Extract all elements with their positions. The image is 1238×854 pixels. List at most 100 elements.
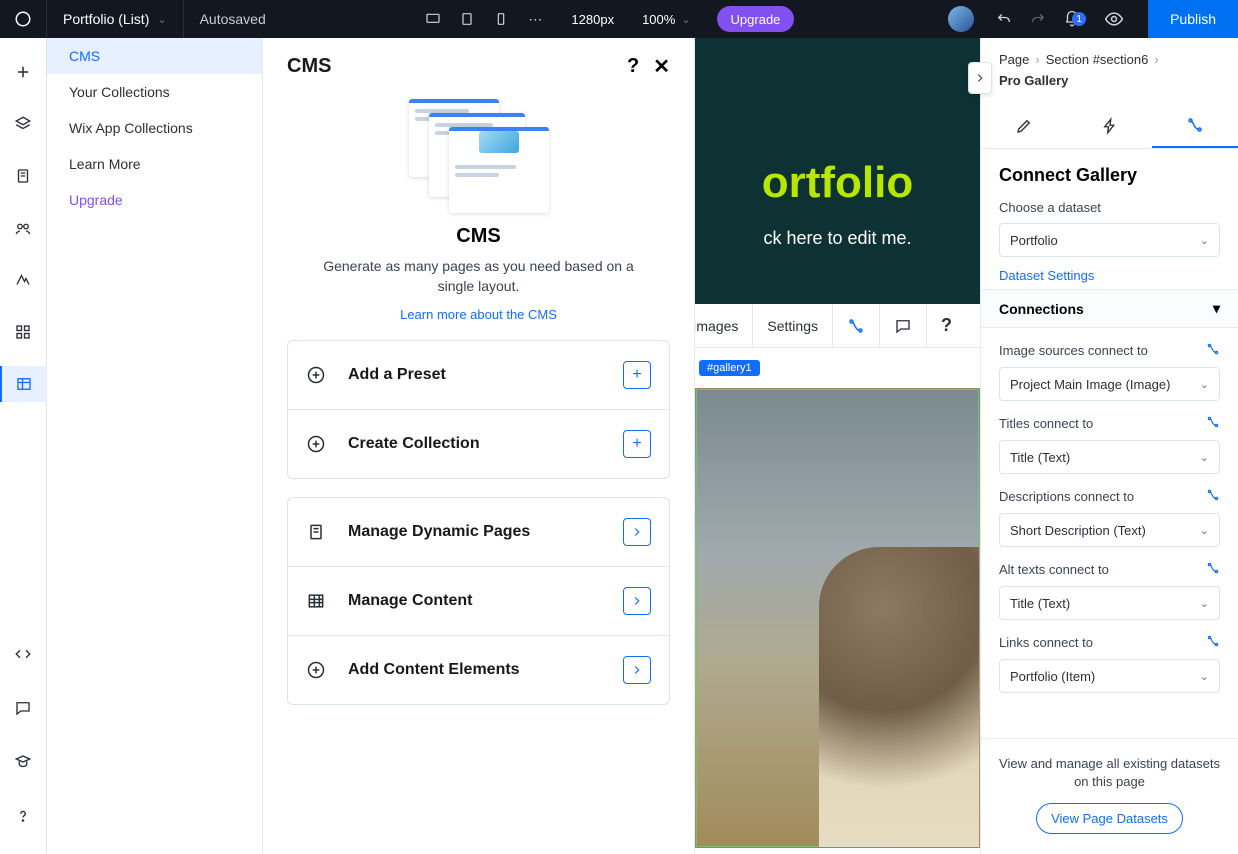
preview-button[interactable] (1098, 9, 1130, 29)
connect-icon[interactable] (1206, 342, 1220, 359)
add-preset-option[interactable]: Add a Preset + (288, 341, 669, 409)
connection-field-image-sources: Image sources connect to Project Main Im… (999, 342, 1220, 401)
manage-dynamic-pages-action-button[interactable] (623, 518, 651, 546)
comments-button[interactable] (0, 690, 47, 726)
option-label: Add Content Elements (348, 661, 601, 679)
gallery-floating-toolbar: Images Settings ? (695, 304, 980, 348)
app-logo[interactable] (0, 0, 47, 38)
site-members-button[interactable] (0, 210, 47, 246)
manage-content-action-button[interactable] (623, 587, 651, 615)
hero-section[interactable]: ortfolio ck here to edit me. (695, 38, 980, 304)
view-page-datasets-button[interactable]: View Page Datasets (1036, 803, 1183, 834)
chevron-down-icon: ⌄ (1200, 597, 1209, 610)
user-avatar[interactable] (948, 6, 974, 32)
cms-panel: CMS ? ✕ CMS Generate as many pages as yo… (263, 38, 695, 854)
page-name: Portfolio (List) (63, 11, 149, 27)
connection-field-links: Links connect to Portfolio (Item) ⌄ (999, 634, 1220, 693)
cms-options-group-2: Manage Dynamic Pages Manage Content Add … (287, 497, 670, 705)
gallery-comments-button[interactable] (879, 304, 926, 347)
add-preset-action-button[interactable]: + (623, 361, 651, 389)
submenu-item-upgrade[interactable]: Upgrade (47, 182, 262, 218)
connect-icon[interactable] (1206, 488, 1220, 505)
cms-help-button[interactable]: ? (627, 55, 639, 78)
connect-icon[interactable] (1206, 634, 1220, 651)
gallery-selected-image[interactable] (695, 388, 980, 848)
pages-button[interactable] (0, 158, 47, 194)
breadcrumb-current[interactable]: Pro Gallery (999, 73, 1068, 88)
manage-dynamic-pages-option[interactable]: Manage Dynamic Pages (288, 498, 669, 566)
gallery-connect-data-button[interactable] (832, 304, 879, 347)
connections-accordion-header[interactable]: Connections ▾ (981, 289, 1238, 328)
create-collection-option[interactable]: Create Collection + (288, 409, 669, 478)
chevron-down-icon: ⌄ (1200, 451, 1209, 464)
panel-collapse-handle[interactable] (968, 62, 992, 94)
upgrade-button[interactable]: Upgrade (717, 6, 795, 32)
dev-mode-button[interactable] (0, 636, 47, 672)
gallery-help-button[interactable]: ? (926, 304, 966, 347)
cms-learn-more-link[interactable]: Learn more about the CMS (400, 307, 557, 322)
animations-tab[interactable] (1067, 104, 1153, 148)
apps-button[interactable] (0, 314, 47, 350)
gallery-settings-tab[interactable]: Settings (752, 304, 832, 347)
cms-panel-title: CMS (287, 55, 627, 78)
chevron-down-icon: ⌄ (1200, 524, 1209, 537)
add-content-elements-action-button[interactable] (623, 656, 651, 684)
pages-icon (306, 522, 326, 542)
cms-close-button[interactable]: ✕ (653, 54, 670, 79)
add-content-elements-option[interactable]: Add Content Elements (288, 635, 669, 704)
design-tab[interactable] (981, 104, 1067, 148)
cms-button[interactable] (0, 366, 47, 402)
topbar-right-actions: 1 Publish (936, 0, 1238, 38)
theme-button[interactable] (0, 262, 47, 298)
option-label: Add a Preset (348, 366, 601, 384)
mobile-icon[interactable] (493, 11, 509, 27)
notification-badge: 1 (1072, 12, 1086, 26)
chevron-down-icon: ⌄ (1200, 234, 1209, 247)
breakpoint-width[interactable]: 1280px (557, 0, 628, 38)
chevron-down-icon: ⌄ (1200, 670, 1209, 683)
titles-select[interactable]: Title (Text) ⌄ (999, 440, 1220, 474)
descriptions-select[interactable]: Short Description (Text) ⌄ (999, 513, 1220, 547)
option-label: Manage Content (348, 592, 601, 610)
connect-icon[interactable] (1206, 561, 1220, 578)
manage-content-option[interactable]: Manage Content (288, 566, 669, 635)
connect-data-tab[interactable] (1152, 104, 1238, 148)
cms-panel-header: CMS ? ✕ (263, 38, 694, 91)
inspector-tabs (981, 104, 1238, 149)
cms-intro-heading: CMS (303, 225, 654, 248)
canvas-preview: ortfolio ck here to edit me. Images Sett… (695, 38, 980, 854)
submenu-item-wix-app-collections[interactable]: Wix App Collections (47, 110, 262, 146)
breadcrumb-section[interactable]: Section #section6 (1046, 52, 1149, 67)
redo-button[interactable] (1022, 10, 1054, 28)
breadcrumb-page[interactable]: Page (999, 52, 1029, 67)
submenu-item-cms[interactable]: CMS (47, 38, 262, 74)
inspector-footer: View and manage all existing datasets on… (981, 738, 1238, 854)
cms-options-group-1: Add a Preset + Create Collection + (287, 340, 670, 479)
table-icon (306, 591, 326, 611)
connect-icon[interactable] (1206, 415, 1220, 432)
submenu-item-learn-more[interactable]: Learn More (47, 146, 262, 182)
tablet-icon[interactable] (459, 11, 475, 27)
alt-texts-select[interactable]: Title (Text) ⌄ (999, 586, 1220, 620)
notifications-button[interactable]: 1 (1056, 10, 1088, 28)
submenu-item-your-collections[interactable]: Your Collections (47, 74, 262, 110)
add-elements-button[interactable] (0, 54, 47, 90)
publish-button[interactable]: Publish (1148, 0, 1238, 38)
links-select[interactable]: Portfolio (Item) ⌄ (999, 659, 1220, 693)
create-collection-action-button[interactable]: + (623, 430, 651, 458)
image-sources-select[interactable]: Project Main Image (Image) ⌄ (999, 367, 1220, 401)
zoom-control[interactable]: 100% ⌄ (628, 0, 704, 38)
help-button[interactable] (0, 798, 47, 834)
dataset-settings-link[interactable]: Dataset Settings (999, 268, 1094, 283)
desktop-icon[interactable] (425, 11, 441, 27)
hero-title: ortfolio (695, 158, 980, 208)
viewport-switcher: ⋯ (411, 0, 557, 38)
more-breakpoints-icon[interactable]: ⋯ (527, 11, 543, 27)
dataset-select[interactable]: Portfolio ⌄ (999, 223, 1220, 257)
learn-button[interactable] (0, 744, 47, 780)
option-label: Create Collection (348, 435, 601, 453)
plus-circle-icon (306, 365, 326, 385)
undo-button[interactable] (988, 10, 1020, 28)
layers-button[interactable] (0, 106, 47, 142)
page-dropdown[interactable]: Portfolio (List) ⌄ (47, 0, 184, 38)
